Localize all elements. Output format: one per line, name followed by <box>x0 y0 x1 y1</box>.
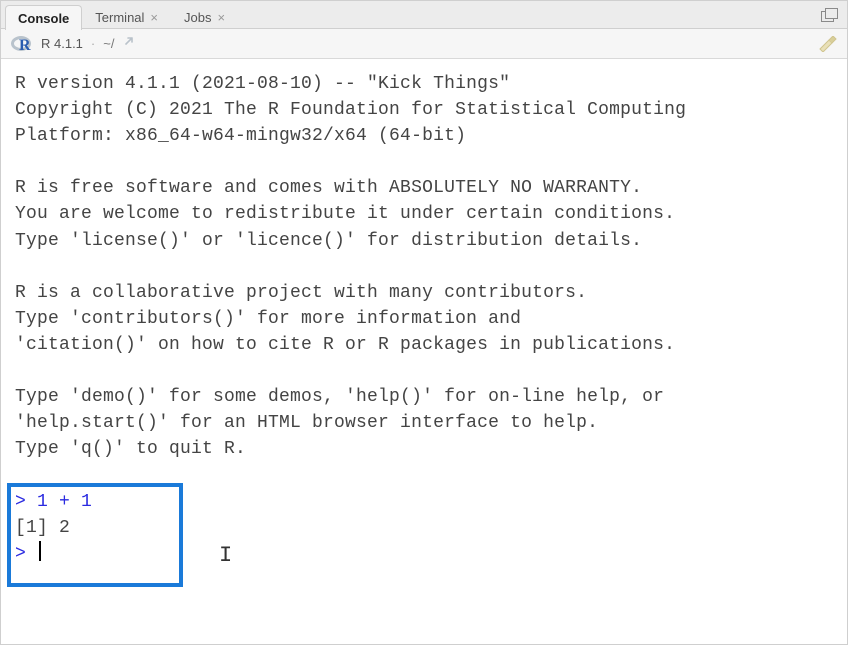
tab-jobs[interactable]: Jobs × <box>171 4 238 29</box>
r-startup-banner: R version 4.1.1 (2021-08-10) -- "Kick Th… <box>15 74 686 459</box>
close-icon[interactable]: × <box>217 11 225 24</box>
tab-right-tools <box>821 1 847 28</box>
tab-jobs-label: Jobs <box>184 10 211 25</box>
console-pane: Console Terminal × Jobs × R R 4.1.1 · ~/ <box>0 0 848 645</box>
console-prompt: > <box>15 492 37 512</box>
close-icon[interactable]: × <box>150 11 158 24</box>
tab-terminal-label: Terminal <box>95 10 144 25</box>
separator-dot: · <box>91 36 95 51</box>
console-input-1: 1 + 1 <box>37 492 92 512</box>
console-output-area[interactable]: R version 4.1.1 (2021-08-10) -- "Kick Th… <box>1 59 847 644</box>
console-output-1: [1] 2 <box>15 518 70 538</box>
clear-console-icon[interactable] <box>817 36 837 52</box>
r-logo-icon: R <box>11 35 33 53</box>
console-text: R version 4.1.1 (2021-08-10) -- "Kick Th… <box>15 71 833 567</box>
maximize-icon[interactable] <box>821 8 839 22</box>
tab-terminal[interactable]: Terminal × <box>82 4 171 29</box>
console-prompt-current: > <box>15 544 37 564</box>
r-version-label: R 4.1.1 <box>41 36 83 51</box>
working-directory-label[interactable]: ~/ <box>103 36 114 51</box>
info-right-tools <box>817 36 837 52</box>
tab-console-label: Console <box>18 11 69 26</box>
console-info-bar: R R 4.1.1 · ~/ <box>1 29 847 59</box>
open-folder-icon[interactable] <box>122 35 136 52</box>
text-cursor <box>39 541 41 561</box>
tab-console[interactable]: Console <box>5 5 82 30</box>
tab-bar: Console Terminal × Jobs × <box>1 1 847 29</box>
